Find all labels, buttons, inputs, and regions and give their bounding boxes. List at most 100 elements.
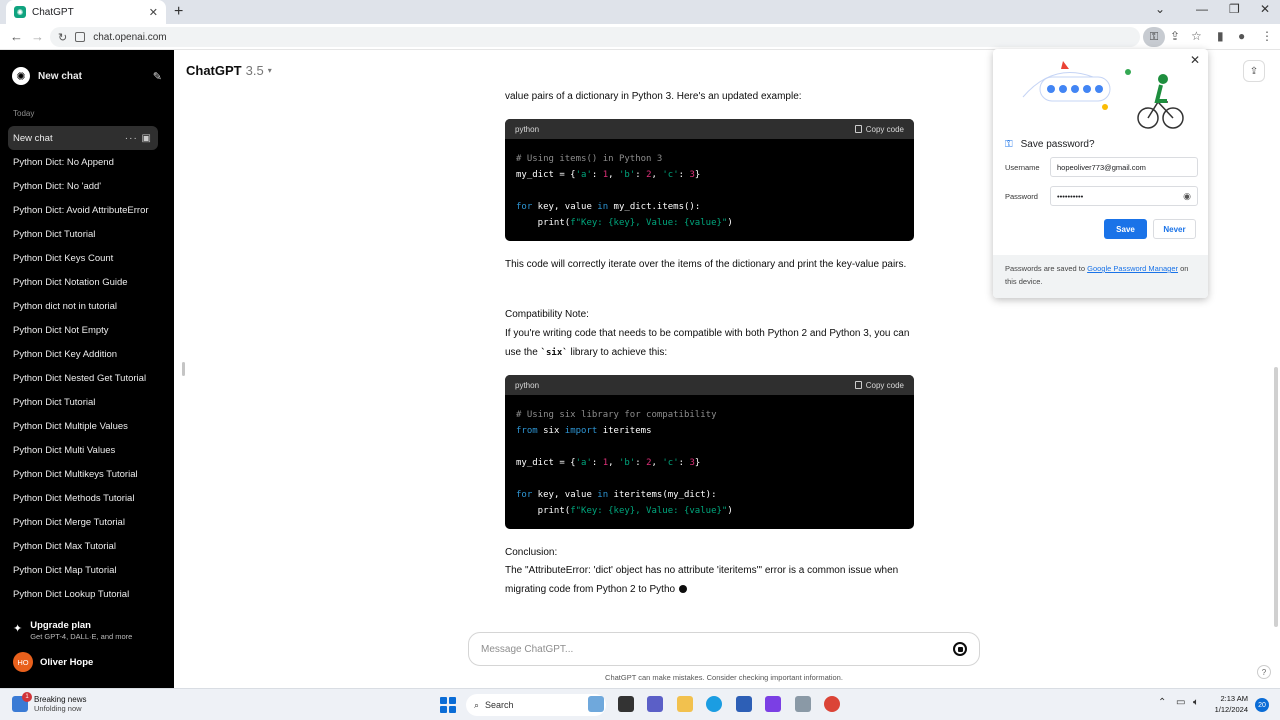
chat-history-list: New chat ··· ▣ Python Dict: No Append Pytho…	[8, 126, 158, 606]
tab-strip: ✺ ChatGPT ✕ + ⌄ — ❐ ✕	[0, 0, 1280, 24]
windows-start-icon[interactable]	[440, 697, 456, 713]
chat-item-label: Python Dict Nested Get Tutorial	[13, 372, 147, 384]
username-row: Username hopeoliver773@gmail.com	[1005, 157, 1198, 177]
password-key-icon[interactable]: ⚿	[1143, 27, 1165, 47]
reload-icon[interactable]: ↻	[58, 31, 67, 44]
sidebar-chat-item[interactable]: Python Dict: No 'add'	[8, 174, 158, 198]
section-heading: Conclusion:	[505, 547, 558, 558]
news-widget[interactable]: 1 Breaking news Unfolding now	[12, 692, 86, 713]
store-icon[interactable]	[736, 696, 752, 712]
chat-item-label: Python Dict Not Empty	[13, 324, 109, 336]
sidebar-chat-item[interactable]: Python Dict Nested Get Tutorial	[8, 366, 158, 390]
code-block: python Copy code # Using items() in Pyth…	[505, 119, 914, 241]
chevron-up-icon[interactable]: ⌃	[1158, 697, 1166, 708]
paragraph-text: The "AttributeError: 'dict' object has n…	[505, 565, 899, 595]
edge-icon[interactable]	[706, 696, 722, 712]
maximize-icon[interactable]: ❐	[1229, 2, 1240, 16]
section-heading: Compatibility Note:	[505, 309, 589, 320]
app-icon[interactable]	[795, 696, 811, 712]
sidebar-chat-item[interactable]: Python Dict Tutorial	[8, 222, 158, 246]
sidebar-chat-item[interactable]: Python Dict: No Append	[8, 150, 158, 174]
chat-options-icon[interactable]: ··· ▣	[125, 133, 152, 144]
sidebar-chat-item[interactable]: Python Dict: Avoid AttributeError	[8, 198, 158, 222]
clipboard-icon	[854, 381, 862, 389]
chrome-icon[interactable]	[824, 696, 840, 712]
browser-menu-icon[interactable]: ⋮	[1261, 29, 1273, 43]
code-language: python	[515, 380, 540, 390]
upgrade-plan-button[interactable]: ✦ Upgrade plan Get GPT-4, DALL·E, and mo…	[13, 620, 163, 641]
app-icon[interactable]	[765, 696, 781, 712]
volume-icon[interactable]: 🔈︎	[1193, 697, 1199, 708]
sidebar-chat-item[interactable]: Python Dict Multikeys Tutorial	[8, 462, 158, 486]
code-content: # Using six library for compatibility fr…	[516, 410, 733, 516]
taskbar-search[interactable]: ⌕ Search	[466, 694, 606, 716]
disclaimer: ChatGPT can make mistakes. Consider chec…	[605, 673, 843, 682]
url-bar[interactable]: ↻ chat.openai.com	[50, 27, 1140, 47]
model-selector[interactable]: ChatGPT 3.5 ▾	[186, 63, 272, 78]
message-input[interactable]: Message ChatGPT...	[468, 632, 980, 666]
clock[interactable]: 2:13 AM 1/12/2024	[1212, 693, 1248, 715]
site-info-icon[interactable]	[75, 32, 86, 42]
sidebar-chat-item[interactable]: Python dict not in tutorial	[8, 294, 158, 318]
close-window-icon[interactable]: ✕	[1260, 2, 1270, 16]
chat-item-label: Python Dict: Avoid AttributeError	[13, 204, 149, 216]
share-button[interactable]: ⇪	[1243, 60, 1265, 82]
network-icon[interactable]: ▭	[1176, 697, 1185, 708]
taskbar: 1 Breaking news Unfolding now ⌕ Search ⌃…	[0, 688, 1280, 720]
back-icon[interactable]: ←	[10, 29, 23, 44]
file-explorer-icon[interactable]	[677, 696, 693, 712]
chat-item-label: Python Dict Keys Count	[13, 252, 114, 264]
sidebar-chat-item[interactable]: Python Dict Multiple Values	[8, 414, 158, 438]
sidebar-chat-item[interactable]: Python Dict Merge Tutorial	[8, 510, 158, 534]
sidebar-chat-item[interactable]: Python Dict Methods Tutorial	[8, 486, 158, 510]
share-icon: ⇪	[1249, 65, 1259, 77]
eye-icon[interactable]: ◉	[1183, 191, 1191, 202]
help-button[interactable]: ?	[1257, 665, 1271, 679]
copy-code-button[interactable]: Copy code	[854, 381, 904, 390]
share-page-icon[interactable]: ⇪	[1170, 29, 1180, 43]
password-illustration-icon	[1022, 61, 1184, 129]
copy-code-button[interactable]: Copy code	[854, 125, 904, 134]
password-manager-link[interactable]: Google Password Manager	[1087, 264, 1178, 273]
user-menu[interactable]: HO Oliver Hope	[13, 652, 93, 672]
sidebar-toggle-handle[interactable]	[182, 362, 185, 376]
sidebar-chat-item[interactable]: Python Dict Notation Guide	[8, 270, 158, 294]
username-field[interactable]: hopeoliver773@gmail.com	[1050, 157, 1198, 177]
scrollbar[interactable]	[1274, 367, 1278, 627]
never-button[interactable]: Never	[1153, 219, 1196, 239]
tab-search-icon[interactable]: ⌄	[1155, 2, 1165, 16]
bookmark-star-icon[interactable]: ☆	[1191, 29, 1202, 43]
compose-icon[interactable]: ✎	[153, 70, 162, 83]
close-tab-icon[interactable]: ✕	[149, 6, 158, 19]
message-paragraph: This code will correctly iterate over th…	[505, 259, 907, 270]
password-field[interactable]: •••••••••• ◉	[1050, 186, 1198, 206]
sidebar-chat-item[interactable]: Python Dict Map Tutorial	[8, 558, 158, 582]
search-highlight-icon[interactable]	[588, 696, 604, 712]
sidebar-chat-item[interactable]: Python Dict Tutorial	[8, 390, 158, 414]
sidebar-chat-item[interactable]: Python Dict Lookup Tutorial	[8, 582, 158, 606]
sidebar-chat-item[interactable]: New chat ··· ▣	[8, 126, 158, 150]
profile-icon[interactable]: ●	[1238, 29, 1245, 43]
sidebar-chat-item[interactable]: Python Dict Keys Count	[8, 246, 158, 270]
chat-item-label: Python Dict Tutorial	[13, 228, 96, 240]
stop-generating-button[interactable]	[953, 642, 967, 656]
forward-icon[interactable]: →	[31, 29, 44, 44]
sidebar-chat-item[interactable]: Python Dict Not Empty	[8, 318, 158, 342]
message-placeholder: Message ChatGPT...	[481, 643, 574, 655]
notification-badge[interactable]: 20	[1255, 698, 1269, 712]
section-label-today: Today	[13, 109, 35, 118]
sidebar-chat-item[interactable]: Python Dict Key Addition	[8, 342, 158, 366]
teams-icon[interactable]	[647, 696, 663, 712]
new-tab-icon[interactable]: +	[174, 3, 183, 21]
minimize-icon[interactable]: —	[1196, 2, 1208, 16]
clock-time: 2:13 AM	[1220, 694, 1248, 703]
code-header: python Copy code	[505, 119, 914, 139]
sidebar-chat-item[interactable]: Python Dict Multi Values	[8, 438, 158, 462]
save-button[interactable]: Save	[1104, 219, 1147, 239]
browser-tab[interactable]: ✺ ChatGPT ✕	[6, 0, 166, 24]
side-panel-icon[interactable]: ▮	[1217, 29, 1224, 43]
sidebar-chat-item[interactable]: Python Dict Max Tutorial	[8, 534, 158, 558]
task-view-icon[interactable]	[618, 696, 634, 712]
new-chat-button[interactable]: ✺ New chat ✎	[12, 66, 162, 86]
clipboard-icon	[854, 125, 862, 133]
